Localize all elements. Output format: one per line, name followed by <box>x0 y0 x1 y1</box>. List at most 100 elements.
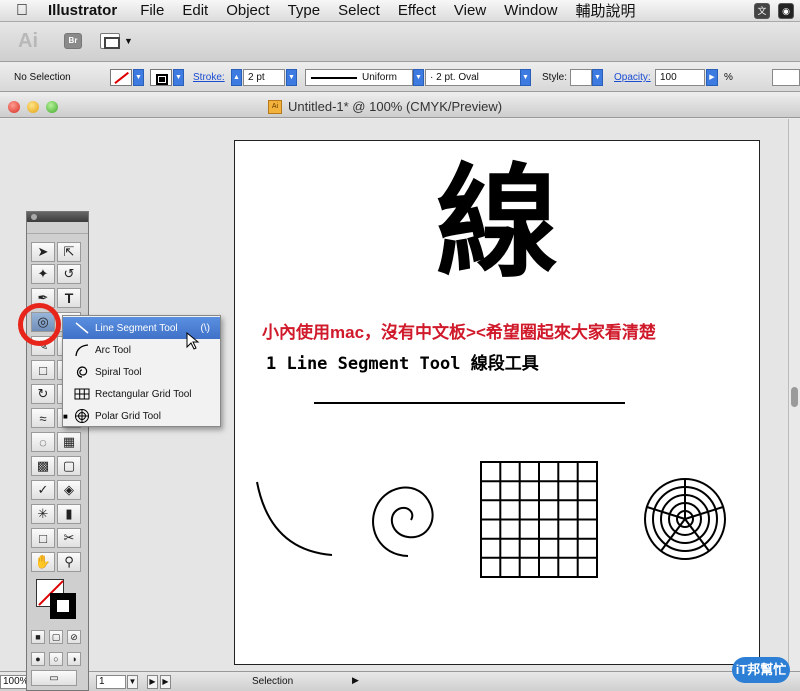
profile-dropdown-icon[interactable]: ▼ <box>520 69 531 86</box>
arrange-dropdown-icon[interactable]: ▼ <box>124 36 133 46</box>
stroke-weight-field[interactable]: 2 pt <box>243 69 285 86</box>
artboard-tool-icon[interactable]: □ <box>31 528 55 548</box>
flyout-item-polar-grid[interactable]: ■ Polar Grid Tool <box>63 405 220 427</box>
screen-mode-icon[interactable]: ▭ <box>31 670 77 686</box>
tools-panel-header[interactable] <box>27 212 88 222</box>
next-page-icon[interactable]: ▶ <box>147 675 158 689</box>
arrange-documents-icon[interactable] <box>100 33 120 49</box>
rectangular-grid-shape <box>480 461 598 578</box>
flyout-item-rectangular-grid[interactable]: Rectangular Grid Tool <box>63 383 220 405</box>
control-bar-extra-field[interactable] <box>772 69 800 86</box>
direct-selection-tool-icon[interactable]: ⇱ <box>57 242 81 262</box>
menu-bar:  Illustrator File Edit Object Type Sele… <box>0 0 800 22</box>
flyout-label: Rectangular Grid Tool <box>95 388 192 400</box>
blend-tool-icon[interactable]: ◈ <box>57 480 81 500</box>
slice-tool-icon[interactable]: ✂ <box>57 528 81 548</box>
menu-view[interactable]: View <box>445 2 495 19</box>
hand-tool-icon[interactable]: ✋ <box>31 552 55 572</box>
warp-tool-icon[interactable]: ≈ <box>31 408 55 428</box>
fill-stroke-indicator[interactable] <box>36 579 78 621</box>
none-mode-icon[interactable]: ⊘ <box>67 630 81 644</box>
input-method-icon[interactable]: 文 <box>754 3 770 19</box>
stroke-label-link[interactable]: Stroke: <box>193 72 225 83</box>
tool-row: ✦ ↺ <box>31 264 85 284</box>
polar-grid-icon: ■ <box>63 408 91 424</box>
rect-grid-icon <box>73 386 91 402</box>
lasso-tool-icon[interactable]: ↺ <box>57 264 81 284</box>
stroke-color-swatch[interactable] <box>150 69 172 86</box>
style-swatch[interactable] <box>570 69 592 86</box>
status-bar: 100% 1 ▼ ▶ ▶ Selection ▶ <box>0 671 800 691</box>
page-dropdown-icon[interactable]: ▼ <box>127 675 138 689</box>
type-tool-icon[interactable]: T <box>57 288 81 308</box>
opacity-label-link[interactable]: Opacity: <box>614 72 651 83</box>
menu-object[interactable]: Object <box>217 2 278 19</box>
gradient-tool-icon[interactable]: ▢ <box>57 456 81 476</box>
scrollbar-thumb[interactable] <box>791 387 798 407</box>
stroke-color-dropdown-icon[interactable]: ▼ <box>173 69 184 86</box>
menu-file[interactable]: File <box>131 2 173 19</box>
menu-select[interactable]: Select <box>329 2 389 19</box>
menu-type[interactable]: Type <box>279 2 330 19</box>
blob-brush-tool-icon[interactable]: □ <box>31 360 55 380</box>
app-menu[interactable]: Illustrator <box>44 2 131 19</box>
brush-definition-field[interactable]: Uniform <box>305 69 413 86</box>
flyout-shortcut: (\) <box>200 322 210 334</box>
stroke-stepper-icon[interactable]: ▲ <box>231 69 242 86</box>
close-window-button[interactable] <box>8 101 20 113</box>
flyout-item-spiral[interactable]: Spiral Tool <box>63 361 220 383</box>
vertical-scrollbar[interactable] <box>788 119 800 671</box>
gradient-mode-icon[interactable]: ▢ <box>49 630 63 644</box>
menu-window[interactable]: Window <box>495 2 566 19</box>
stroke-weight-dropdown-icon[interactable]: ▼ <box>286 69 297 86</box>
status-menu-icon[interactable]: ▶ <box>352 675 359 686</box>
line-segment-shape <box>314 402 625 404</box>
document-title-bar: Ai Untitled-1* @ 100% (CMYK/Preview) <box>0 96 800 118</box>
opacity-slider-icon[interactable]: ▶ <box>706 69 718 86</box>
magic-wand-tool-icon[interactable]: ✦ <box>31 264 55 284</box>
tools-panel-grip[interactable] <box>27 222 88 234</box>
stroke-box[interactable] <box>50 593 76 619</box>
variable-width-profile[interactable]: · 2 pt. Oval <box>425 69 521 86</box>
camera-icon[interactable]: ◉ <box>778 3 794 19</box>
draw-inside-icon[interactable]: ◑ <box>67 652 81 666</box>
page-number-field[interactable]: 1 <box>96 675 126 689</box>
draw-normal-icon[interactable]: ● <box>31 652 45 666</box>
arc-icon <box>73 342 91 358</box>
zoom-window-button[interactable] <box>46 101 58 113</box>
symbol-sprayer-tool-icon[interactable]: ✳ <box>31 504 55 524</box>
menu-help[interactable]: 輔助說明 <box>567 0 645 21</box>
tool-row: ✋ ⚲ <box>31 552 85 572</box>
zoom-tool-icon[interactable]: ⚲ <box>57 552 81 572</box>
apple-menu-icon[interactable]:  <box>0 2 44 20</box>
perspective-grid-tool-icon[interactable]: ▦ <box>57 432 81 452</box>
annotation-text: 小內使用mac，沒有中文板><希望圈起來大家看清楚 <box>262 323 656 342</box>
fill-dropdown-icon[interactable]: ▼ <box>133 69 144 86</box>
tool-row: ➤ ⇱ <box>31 242 85 262</box>
minimize-window-button[interactable] <box>27 101 39 113</box>
brush-dropdown-icon[interactable]: ▼ <box>413 69 424 86</box>
document-title: Untitled-1* @ 100% (CMYK/Preview) <box>288 99 503 114</box>
highlight-circle <box>18 303 61 346</box>
color-mode-row: ■ ▢ ⊘ <box>31 630 85 650</box>
column-graph-tool-icon[interactable]: ▮ <box>57 504 81 524</box>
selection-status: No Selection <box>14 72 71 83</box>
menu-effect[interactable]: Effect <box>389 2 445 19</box>
eyedropper-tool-icon[interactable]: ✓ <box>31 480 55 500</box>
fill-color-swatch[interactable] <box>110 69 132 86</box>
style-dropdown-icon[interactable]: ▼ <box>592 69 603 86</box>
line-segment-icon <box>73 320 91 336</box>
bridge-button[interactable]: Br <box>64 33 82 49</box>
shape-builder-tool-icon[interactable]: ◌ <box>31 432 55 452</box>
rotate-tool-icon[interactable]: ↻ <box>31 384 55 404</box>
draw-behind-icon[interactable]: ○ <box>49 652 63 666</box>
selection-tool-icon[interactable]: ➤ <box>31 242 55 262</box>
last-page-icon[interactable]: ▶ <box>160 675 171 689</box>
color-mode-icon[interactable]: ■ <box>31 630 45 644</box>
menu-edit[interactable]: Edit <box>173 2 217 19</box>
watermark-logo: iT邦幫忙 <box>732 657 790 683</box>
zoom-level-field[interactable]: 100% <box>0 675 29 689</box>
spiral-icon <box>73 364 91 380</box>
mesh-tool-icon[interactable]: ▩ <box>31 456 55 476</box>
opacity-field[interactable]: 100 <box>655 69 705 86</box>
